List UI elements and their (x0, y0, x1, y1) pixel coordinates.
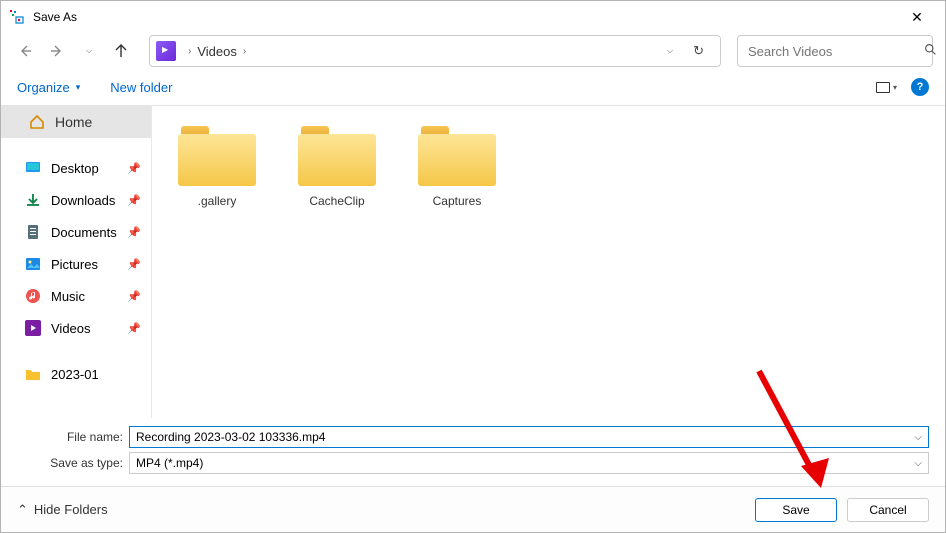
folder-content-area[interactable]: .gallery CacheClip Captures (151, 106, 945, 418)
pin-icon: 📌 (127, 322, 141, 335)
pin-icon: 📌 (127, 194, 141, 207)
recent-dropdown[interactable]: ⌵ (77, 39, 101, 63)
cancel-button[interactable]: Cancel (847, 498, 929, 522)
sidebar-item-label: Videos (51, 321, 91, 336)
app-icon (9, 9, 25, 25)
sidebar-item-label: Music (51, 289, 85, 304)
videos-location-icon (156, 41, 176, 61)
close-button[interactable]: ✕ (897, 2, 937, 32)
view-mode-button[interactable]: ▾ (876, 82, 897, 93)
folder-icon (178, 126, 256, 186)
chevron-down-icon: ⌵ (86, 46, 92, 56)
save-button[interactable]: Save (755, 498, 837, 522)
sidebar-item-label: Documents (51, 225, 117, 240)
filetype-select[interactable]: MP4 (*.mp4) ⌵ (129, 452, 929, 474)
folder-label: Captures (433, 194, 482, 208)
save-form: File name: Recording 2023-03-02 103336.m… (1, 418, 945, 486)
document-icon (25, 224, 41, 240)
dialog-footer: ⌃ Hide Folders Save Cancel (1, 486, 945, 532)
arrow-right-icon (49, 43, 65, 59)
filetype-label: Save as type: (17, 456, 129, 470)
search-icon (924, 43, 937, 59)
download-icon (25, 192, 41, 208)
sidebar-item-home[interactable]: Home (1, 106, 151, 138)
chevron-down-icon: ▾ (893, 83, 897, 92)
folder-item[interactable]: CacheClip (292, 126, 382, 208)
sidebar-item-desktop[interactable]: Desktop 📌 (1, 152, 151, 184)
arrow-left-icon (17, 43, 33, 59)
filename-value: Recording 2023-03-02 103336.mp4 (136, 430, 325, 444)
filetype-value: MP4 (*.mp4) (136, 456, 203, 470)
search-input[interactable] (748, 44, 924, 59)
breadcrumb-bar[interactable]: › Videos › ⌵ ↻ (149, 35, 721, 67)
chevron-up-icon: ⌃ (17, 502, 28, 518)
pin-icon: 📌 (127, 258, 141, 271)
back-button[interactable] (13, 39, 37, 63)
new-folder-button[interactable]: New folder (110, 80, 172, 95)
chevron-down-icon: ⌵ (914, 458, 922, 469)
sidebar-item-label: Pictures (51, 257, 98, 272)
sidebar-item-label: 2023-01 (51, 367, 99, 382)
view-mode-icon (876, 82, 890, 93)
filename-label: File name: (17, 430, 129, 444)
pictures-icon (25, 256, 41, 272)
sidebar-item-videos[interactable]: Videos 📌 (1, 312, 151, 344)
sidebar: Home Desktop 📌 Downloads 📌 Documents 📌 P… (1, 106, 151, 418)
chevron-down-icon[interactable]: ⌵ (667, 46, 673, 56)
toolbar: Organize New folder ▾ ? (1, 69, 945, 105)
sidebar-item-2023-01[interactable]: 2023-01 (1, 358, 151, 390)
navigation-row: ⌵ › Videos › ⌵ ↻ (1, 33, 945, 69)
sidebar-item-music[interactable]: Music 📌 (1, 280, 151, 312)
hide-folders-button[interactable]: ⌃ Hide Folders (17, 502, 108, 518)
pin-icon: 📌 (127, 162, 141, 175)
refresh-button[interactable]: ↻ (693, 43, 704, 59)
breadcrumb-location: Videos (197, 44, 237, 59)
up-button[interactable] (109, 39, 133, 63)
titlebar: Save As ✕ (1, 1, 945, 33)
music-icon (25, 288, 41, 304)
breadcrumb-sep-icon: › (188, 46, 191, 57)
desktop-icon (25, 160, 41, 176)
folder-icon (298, 126, 376, 186)
pin-icon: 📌 (127, 226, 141, 239)
sidebar-item-documents[interactable]: Documents 📌 (1, 216, 151, 248)
folder-label: CacheClip (309, 194, 364, 208)
sidebar-item-label: Downloads (51, 193, 115, 208)
sidebar-item-label: Home (55, 114, 92, 130)
folder-icon (418, 126, 496, 186)
search-box[interactable] (737, 35, 933, 67)
forward-button[interactable] (45, 39, 69, 63)
pin-icon: 📌 (127, 290, 141, 303)
sidebar-item-downloads[interactable]: Downloads 📌 (1, 184, 151, 216)
home-icon (29, 114, 45, 130)
breadcrumb-sep-icon: › (243, 46, 246, 57)
folder-item[interactable]: Captures (412, 126, 502, 208)
filename-input[interactable]: Recording 2023-03-02 103336.mp4 ⌵ (129, 426, 929, 448)
arrow-up-icon (113, 43, 129, 59)
folder-label: .gallery (198, 194, 237, 208)
organize-menu[interactable]: Organize (17, 80, 80, 95)
videos-icon (25, 320, 41, 336)
sidebar-item-label: Desktop (51, 161, 99, 176)
help-button[interactable]: ? (911, 78, 929, 96)
explorer-body: Home Desktop 📌 Downloads 📌 Documents 📌 P… (1, 105, 945, 418)
hide-folders-label: Hide Folders (34, 502, 108, 517)
folder-item[interactable]: .gallery (172, 126, 262, 208)
sidebar-item-pictures[interactable]: Pictures 📌 (1, 248, 151, 280)
chevron-down-icon[interactable]: ⌵ (914, 432, 922, 443)
folder-icon (25, 366, 41, 382)
scrollbar-thumb[interactable] (151, 106, 152, 241)
window-title: Save As (33, 10, 897, 24)
